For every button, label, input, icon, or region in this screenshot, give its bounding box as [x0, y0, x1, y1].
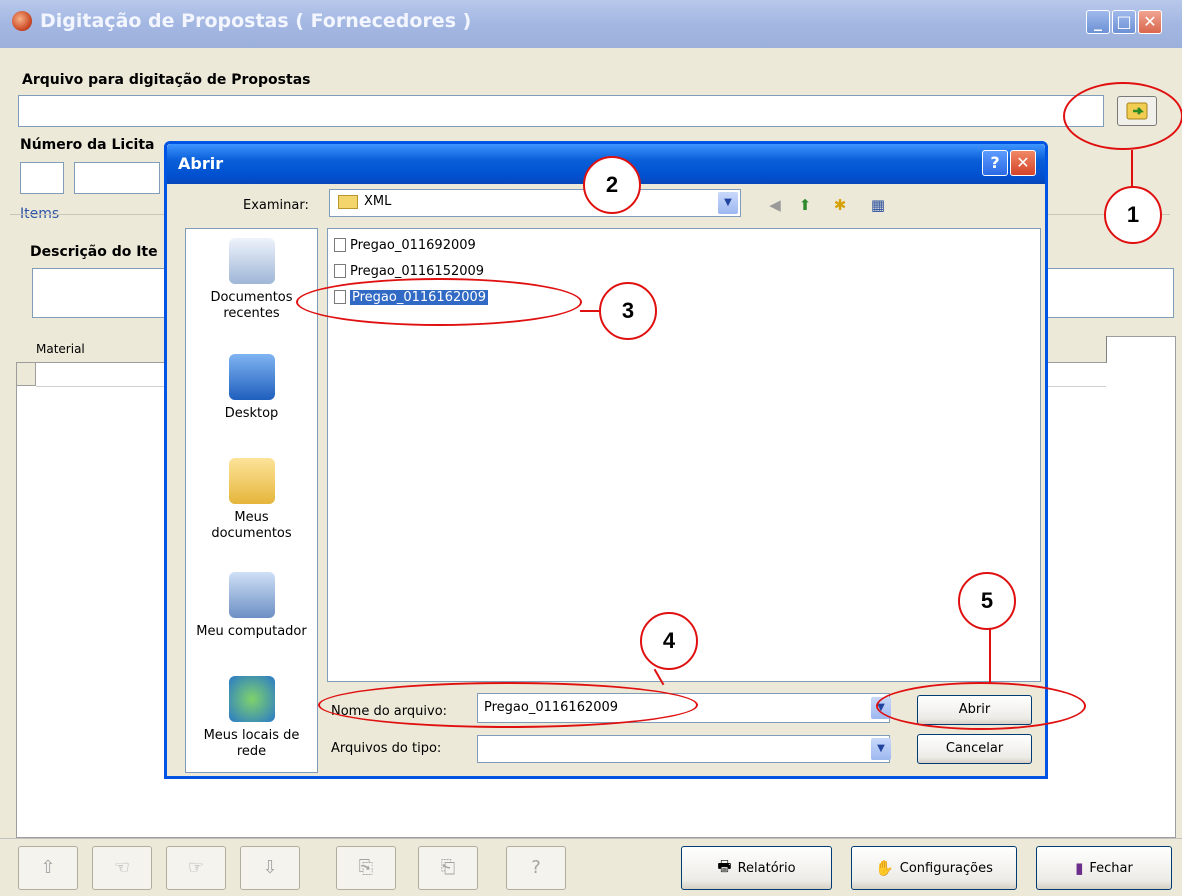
tool-last-button[interactable]: ⇩ — [240, 846, 300, 890]
folder-icon — [338, 195, 358, 209]
chevron-down-icon[interactable]: ▼ — [718, 192, 738, 214]
file-icon — [334, 238, 346, 252]
chevron-down-icon[interactable]: ▼ — [871, 738, 891, 760]
app-icon — [12, 11, 32, 31]
window-title: Digitação de Propostas ( Fornecedores ) — [40, 10, 472, 32]
settings-button-label: Configurações — [899, 860, 993, 876]
item-description-label: Descrição do Ite — [30, 244, 158, 260]
close-window-button[interactable]: ✕ — [1138, 10, 1162, 34]
report-button[interactable]: 🖶 Relatório — [681, 846, 832, 890]
my-computer-icon — [228, 572, 275, 618]
tool-paste-button[interactable]: ⎗ — [418, 846, 478, 890]
dialog-title: Abrir — [178, 154, 224, 173]
tool-help-button[interactable]: ? — [506, 846, 566, 890]
annotation-line-5 — [989, 628, 991, 684]
file-icon — [334, 264, 346, 278]
place-label: Meu computador — [196, 624, 307, 639]
settings-button[interactable]: ✋ Configurações — [851, 846, 1017, 890]
place-network[interactable]: Meus locais de rede — [185, 676, 318, 760]
look-in-label: Examinar: — [243, 198, 309, 213]
settings-icon: ✋ — [875, 859, 894, 877]
grid-row-header[interactable] — [16, 362, 36, 386]
annotation-number-2: 2 — [583, 156, 641, 214]
list-item[interactable]: Pregao_011692009 — [334, 236, 476, 254]
close-app-button-label: Fechar — [1089, 860, 1133, 876]
network-icon — [228, 676, 275, 722]
maximize-button[interactable]: □ — [1112, 10, 1136, 34]
up-folder-icon[interactable]: ⬆ — [795, 196, 815, 216]
list-item[interactable]: Pregao_0116152009 — [334, 262, 484, 280]
annotation-number-4: 4 — [640, 612, 698, 670]
cancel-button[interactable]: Cancelar — [917, 734, 1032, 764]
new-folder-icon[interactable]: ✱ — [830, 196, 850, 216]
help-button[interactable]: ? — [982, 150, 1008, 176]
annotation-number-5: 5 — [958, 572, 1016, 630]
filetype-select[interactable] — [477, 735, 890, 763]
annotation-ellipse-3 — [296, 278, 582, 326]
file-path-input[interactable] — [18, 95, 1104, 127]
desktop-icon — [228, 354, 275, 400]
dialog-close-button[interactable]: ✕ — [1010, 150, 1036, 176]
my-documents-icon — [228, 458, 275, 504]
place-my-documents[interactable]: Meus documentos — [185, 458, 318, 542]
tool-next-button[interactable]: ☞ — [166, 846, 226, 890]
report-button-label: Relatório — [737, 860, 796, 876]
annotation-ellipse-1 — [1063, 82, 1182, 150]
place-recent-documents[interactable]: Documentos recentes — [185, 238, 318, 322]
place-label: Documentos recentes — [210, 290, 293, 321]
grid-col-material[interactable]: Material — [36, 342, 85, 356]
bid-field-2[interactable] — [74, 162, 160, 194]
bid-number-label: Número da Licita — [20, 137, 155, 153]
annotation-ellipse-4 — [318, 682, 698, 728]
annotation-number-3: 3 — [599, 282, 657, 340]
annotation-number-1: 1 — [1104, 186, 1162, 244]
look-in-value: XML — [364, 194, 392, 209]
minimize-button[interactable]: _ — [1086, 10, 1110, 34]
back-icon[interactable]: ◀ — [765, 196, 785, 216]
place-label: Meus documentos — [211, 510, 292, 541]
view-menu-icon[interactable]: ▦ — [868, 196, 888, 216]
filetype-label: Arquivos do tipo: — [331, 741, 442, 756]
annotation-ellipse-5 — [876, 682, 1086, 730]
file-label: Arquivo para digitação de Propostas — [22, 72, 311, 88]
place-desktop[interactable]: Desktop — [185, 354, 318, 422]
bid-field-1[interactable] — [20, 162, 64, 194]
recent-documents-icon — [228, 238, 275, 284]
tool-first-button[interactable]: ⇧ — [18, 846, 78, 890]
tool-copy-button[interactable]: ⎘ — [336, 846, 396, 890]
place-label: Meus locais de rede — [203, 728, 300, 759]
exit-door-icon: ▮ — [1075, 859, 1084, 877]
look-in-select[interactable]: XML ▼ — [329, 189, 741, 217]
close-app-button[interactable]: ▮ Fechar — [1036, 846, 1172, 890]
place-label: Desktop — [224, 406, 279, 421]
tool-prev-button[interactable]: ☜ — [92, 846, 152, 890]
printer-icon: 🖶 — [717, 856, 732, 875]
place-my-computer[interactable]: Meu computador — [185, 572, 318, 640]
